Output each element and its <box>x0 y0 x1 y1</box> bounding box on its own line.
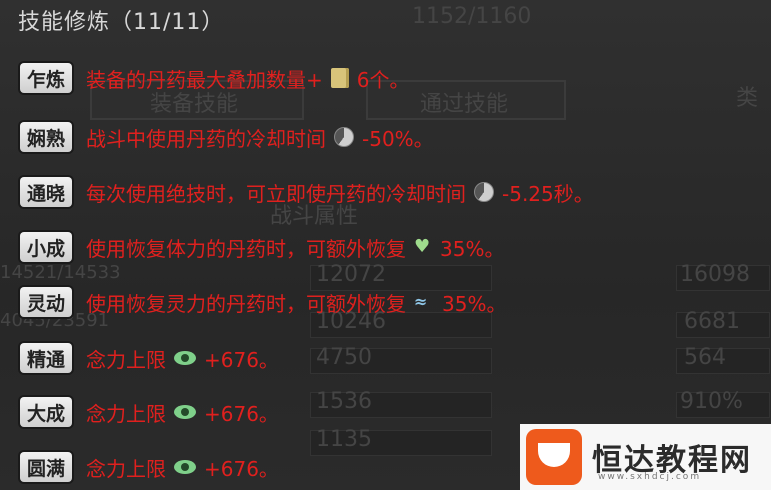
skill-value: +676。 <box>204 456 279 481</box>
skill-value: 35%。 <box>442 291 507 316</box>
skill-tag: 小成 <box>20 232 72 262</box>
skill-value: -50%。 <box>362 126 434 151</box>
skill-row: 娴熟 战斗中使用丹药的冷却时间 -50%。 <box>20 119 434 155</box>
skill-text: 战斗中使用丹药的冷却时间 <box>86 126 326 151</box>
skill-tag: 乍炼 <box>20 63 72 93</box>
skill-text: 每次使用绝技时，可立即使丹药的冷却时间 <box>86 181 466 206</box>
skill-row: 乍炼 装备的丹药最大叠加数量+ 6个。 <box>20 60 410 96</box>
skill-tag: 灵动 <box>20 287 72 317</box>
bg-stat-right-3: 910% <box>680 389 743 414</box>
skill-tag: 精通 <box>20 343 72 373</box>
logo-mark-icon <box>526 429 582 485</box>
skill-value: 6个。 <box>356 67 410 92</box>
skill-text: 念力上限 <box>86 347 166 372</box>
cooldown-icon <box>474 182 494 202</box>
skill-row: 灵动 使用恢复灵力的丹药时，可额外恢复 ≈ 35%。 <box>20 284 506 320</box>
scroll-icon <box>330 68 349 88</box>
bg-left-val-0: 14521/14533 <box>0 262 121 283</box>
skill-row: 小成 使用恢复体力的丹药时，可额外恢复 ♥ 35%。 <box>20 229 504 265</box>
skill-tag: 娴熟 <box>20 122 72 152</box>
panel-title: 技能修炼（11/11） <box>18 10 225 35</box>
skill-value: -5.25秒。 <box>502 181 594 206</box>
skill-row: 通晓 每次使用绝技时，可立即使丹药的冷却时间 -5.25秒。 <box>20 174 594 210</box>
bg-counter: 1152/1160 <box>412 4 532 29</box>
skill-tag: 圆满 <box>20 452 72 482</box>
skill-value: +676。 <box>204 401 279 426</box>
eye-icon <box>174 460 196 474</box>
bg-stat-right-2: 564 <box>684 345 726 370</box>
bg-stat-2: 4750 <box>316 345 372 370</box>
skill-text: 使用恢复灵力的丹药时，可额外恢复 <box>86 291 406 316</box>
skill-text: 使用恢复体力的丹药时，可额外恢复 <box>86 236 406 261</box>
heart-icon: ♥ <box>414 236 431 257</box>
bg-stat-right-0: 16098 <box>680 262 750 287</box>
logo-url: www.sxhdcj.com <box>598 472 702 482</box>
skill-tag: 大成 <box>20 397 72 427</box>
skill-value: 35%。 <box>440 236 505 261</box>
watermark-logo: 恒达教程网 www.sxhdcj.com <box>520 424 771 490</box>
skill-row: 圆满 念力上限 +676。 <box>20 449 279 485</box>
skill-text: 念力上限 <box>86 456 166 481</box>
skill-text: 装备的丹药最大叠加数量+ <box>86 67 323 92</box>
wave-icon: ≈ <box>414 292 428 311</box>
bg-tab-mid-label: 通过技能 <box>420 92 509 117</box>
skill-tag: 通晓 <box>20 177 72 207</box>
eye-icon <box>174 405 196 419</box>
bg-stat-right-1: 6681 <box>684 309 740 334</box>
bg-tab-right-label: 类 <box>736 86 759 111</box>
eye-icon <box>174 351 196 365</box>
bg-stat-3: 1536 <box>316 389 372 414</box>
skill-value: +676。 <box>204 347 279 372</box>
skill-text: 念力上限 <box>86 401 166 426</box>
cooldown-icon <box>334 127 354 147</box>
bg-stat-4: 1135 <box>316 427 372 452</box>
skill-row: 精通 念力上限 +676。 <box>20 340 279 376</box>
skill-row: 大成 念力上限 +676。 <box>20 394 279 430</box>
